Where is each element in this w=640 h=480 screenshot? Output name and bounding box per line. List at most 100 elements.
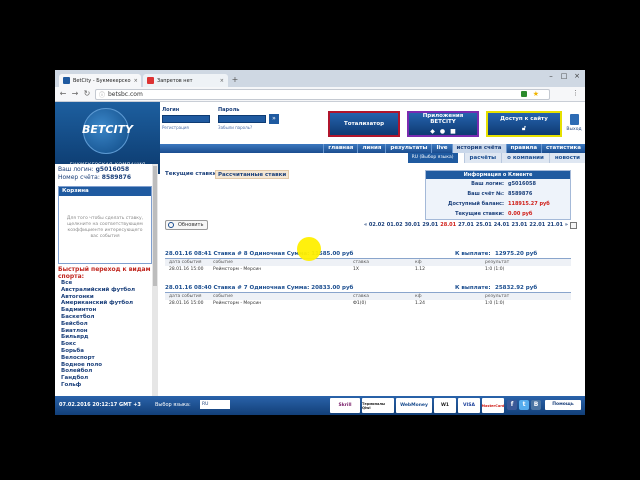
sport-item[interactable]: Бадминтон xyxy=(61,307,155,314)
sport-item[interactable]: Американский футбол xyxy=(61,300,155,307)
apps-label: Приложения BETCITY xyxy=(422,113,464,125)
url-input[interactable]: ⓘ betsbc.com ★ xyxy=(95,89,550,100)
sport-item[interactable]: Бильярд xyxy=(61,334,155,341)
nav-home[interactable]: главная xyxy=(323,144,357,153)
col-event: событие xyxy=(213,294,233,299)
apps-button[interactable]: Приложения BETCITY ◆ ● ■ xyxy=(407,111,479,137)
browser-menu-icon[interactable]: ⋮ xyxy=(572,89,579,97)
password-input[interactable] xyxy=(218,115,266,123)
nav-rules[interactable]: правила xyxy=(505,144,542,153)
nav-results[interactable]: результаты xyxy=(385,144,431,153)
tab-label: BetCity - Букмекерско xyxy=(73,77,131,84)
nav-statistics[interactable]: статистика xyxy=(541,144,585,153)
extension-icon[interactable] xyxy=(521,91,527,97)
cell-stake: Ф1(0) xyxy=(353,301,367,306)
refresh-label: Обновить xyxy=(178,222,204,228)
forward-icon[interactable]: → xyxy=(70,89,80,99)
facebook-icon[interactable]: f xyxy=(507,400,517,410)
date-link[interactable]: « 02.02 xyxy=(364,222,385,229)
exit-button[interactable]: Выход xyxy=(565,114,583,132)
sport-item[interactable]: Все xyxy=(61,280,155,287)
bet-summary: 28.01.16 08:40 Ставка # 7 Одиночная Сумм… xyxy=(165,285,354,291)
help-button[interactable]: Помощь xyxy=(545,400,581,410)
login-label: Логин xyxy=(162,107,180,113)
nav-payments[interactable]: расчёты xyxy=(463,153,502,163)
language-button[interactable]: RU (Выбор языка) xyxy=(407,153,458,163)
nav-about[interactable]: о компании xyxy=(501,153,549,163)
sport-item[interactable]: Борьба xyxy=(61,348,155,355)
reload-icon[interactable]: ↻ xyxy=(82,89,92,99)
register-link[interactable]: Регистрация xyxy=(162,125,189,130)
balance-value: 118915.27 руб xyxy=(508,201,550,207)
col-event: событие xyxy=(213,260,233,265)
cell-event: Реймсторм - Мерсин xyxy=(213,301,262,306)
sport-item[interactable]: Бейсбол xyxy=(61,321,155,328)
site-access-label: Доступ к сайту xyxy=(500,115,548,122)
date-link[interactable]: 30.01 xyxy=(405,222,421,229)
close-window-icon[interactable]: × xyxy=(571,72,583,80)
date-link-selected[interactable]: 28.01 xyxy=(440,222,456,229)
exit-icon xyxy=(569,114,579,125)
login-input[interactable] xyxy=(162,115,210,123)
forgot-password-link[interactable]: Забыли пароль? xyxy=(218,125,252,130)
refresh-button[interactable]: Обновить xyxy=(165,220,209,230)
date-link[interactable]: 22.01 xyxy=(529,222,545,229)
bookmark-star-icon[interactable]: ★ xyxy=(533,90,539,99)
new-tab-icon[interactable]: + xyxy=(230,76,240,85)
tab-betcity[interactable]: BetCity - Букмекерско × xyxy=(59,74,141,87)
date-link[interactable]: 25.01 xyxy=(476,222,492,229)
sport-item[interactable]: Бокс xyxy=(61,341,155,348)
maximize-icon[interactable]: □ xyxy=(558,72,570,80)
info-key: Текущие ставки: xyxy=(455,211,504,217)
nav-live[interactable]: live xyxy=(431,144,451,153)
sport-item[interactable]: Велоспорт xyxy=(61,355,155,362)
sport-item[interactable]: Баскетбол xyxy=(61,314,155,321)
tab-zapretov[interactable]: Запретов нет × xyxy=(143,74,228,87)
date-link[interactable]: 23.01 xyxy=(512,222,528,229)
date-link[interactable]: 21.01 » xyxy=(547,222,568,229)
page-info-icon[interactable]: ⓘ xyxy=(99,91,105,100)
sport-item[interactable]: Биатлон xyxy=(61,328,155,335)
login-caption: Ваш логин: xyxy=(58,166,94,173)
close-tab-icon[interactable]: × xyxy=(134,78,138,84)
date-link[interactable]: 27.01 xyxy=(458,222,474,229)
cell-odds: 1.24 xyxy=(415,301,426,306)
sport-item[interactable]: Гольф xyxy=(61,382,155,389)
info-key: Ваш счёт №: xyxy=(467,191,504,197)
nav-line[interactable]: линия xyxy=(357,144,385,153)
nav-news[interactable]: новости xyxy=(548,153,585,163)
brand-name: BETCITY xyxy=(81,123,134,136)
tab-current-bets[interactable]: Текущие ставки xyxy=(163,170,219,179)
account-value: 8589876 xyxy=(101,174,132,181)
language-select[interactable]: RU xyxy=(200,400,230,409)
login-submit-button[interactable]: » xyxy=(269,114,279,124)
sport-item[interactable]: Австралийский футбол xyxy=(61,287,155,294)
info-row: Ваш логин: g5016058 xyxy=(426,179,570,189)
tab-bar: BetCity - Букмекерско × Запретов нет × +… xyxy=(55,70,585,87)
sidebar-scrollbar[interactable] xyxy=(152,164,158,396)
close-tab-icon[interactable]: × xyxy=(220,78,224,84)
minimize-icon[interactable]: – xyxy=(545,72,557,80)
platform-icons: ◆ ● ■ xyxy=(430,128,456,135)
tab-settled-bets[interactable]: Рассчитанные ставки xyxy=(215,170,290,179)
date-link[interactable]: 01.02 xyxy=(387,222,403,229)
vk-icon[interactable]: B xyxy=(531,400,541,410)
cell-event: Реймсторм - Мерсин xyxy=(213,267,262,272)
totalizator-button[interactable]: Тотализатор xyxy=(328,111,400,137)
sport-item[interactable]: Гандбол xyxy=(61,375,155,382)
nav-account-history[interactable]: история счёта xyxy=(451,144,506,153)
site-access-button[interactable]: Доступ к сайту 🔓︎ xyxy=(486,111,562,137)
date-link[interactable]: 24.01 xyxy=(494,222,510,229)
info-key: Доступный баланс: xyxy=(447,201,504,207)
date-link[interactable]: 29.01 xyxy=(422,222,438,229)
col-event-date: дата события xyxy=(169,260,202,265)
refresh-icon xyxy=(168,222,174,228)
mastercard-logo: MasterCard xyxy=(482,398,504,413)
calendar-icon[interactable] xyxy=(570,222,577,229)
back-icon[interactable]: ← xyxy=(58,89,68,99)
betcity-favicon-icon xyxy=(63,77,70,84)
quick-sports-title: Быстрый переход к видам спорта: xyxy=(58,266,151,280)
scrollbar-thumb[interactable] xyxy=(153,166,157,286)
payout-label: К выплате: xyxy=(455,251,491,257)
twitter-icon[interactable]: t xyxy=(519,400,529,410)
